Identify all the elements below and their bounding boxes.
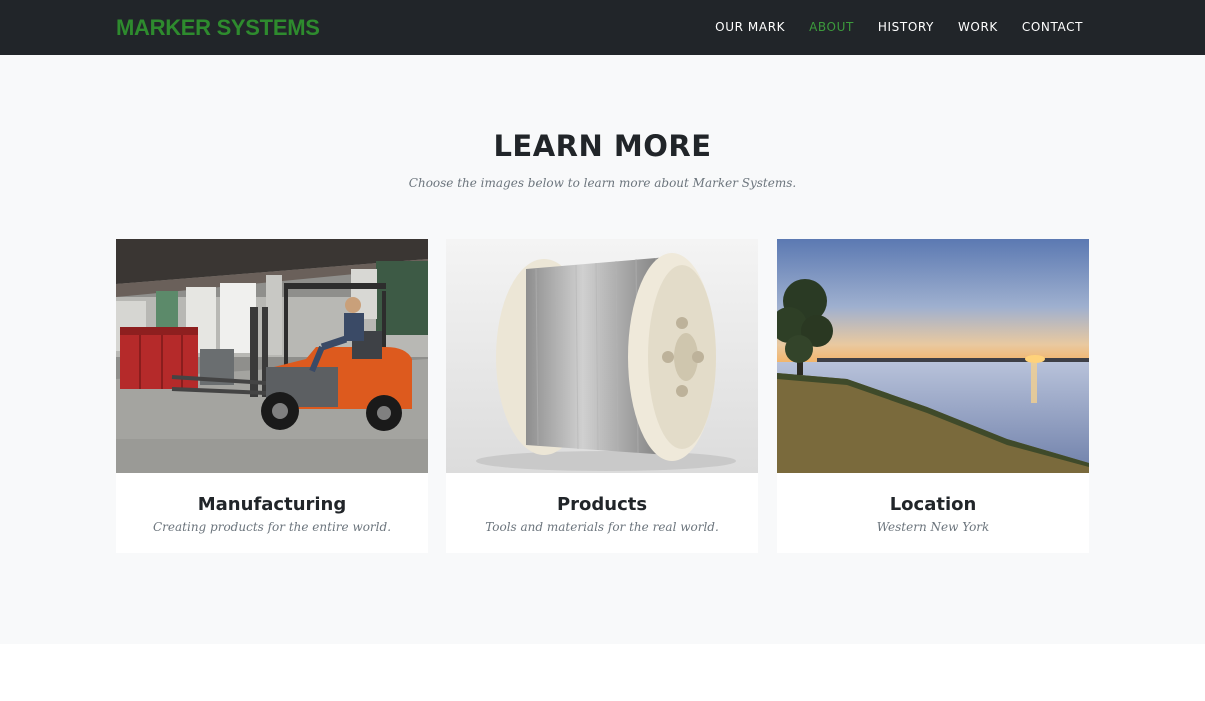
card-text: Western New York <box>876 520 990 534</box>
forklift-warehouse-image[interactable] <box>116 239 428 473</box>
wire-spool-image[interactable] <box>446 239 758 473</box>
card-location[interactable]: Location Western New York <box>777 239 1089 553</box>
wire-spool-illustration <box>446 239 758 473</box>
lake-sunset-image[interactable] <box>777 239 1089 473</box>
lake-sunset-illustration <box>777 239 1089 473</box>
nav-link-our-mark[interactable]: OUR MARK <box>715 20 785 34</box>
navbar: MARKER SYSTEMS OUR MARK ABOUT HISTORY WO… <box>0 0 1205 55</box>
nav-link-history[interactable]: HISTORY <box>878 20 934 34</box>
card-products[interactable]: Products Tools and materials for the rea… <box>446 239 758 553</box>
page-bottom-area <box>0 644 1205 701</box>
card-title: Products <box>556 494 648 515</box>
card-title: Manufacturing <box>197 494 347 515</box>
brand-logo-link[interactable]: MARKER SYSTEMS <box>116 15 320 41</box>
learn-more-section: LEARN MORE Choose the images below to le… <box>0 55 1205 644</box>
forklift-warehouse-illustration <box>116 239 428 473</box>
section-heading: LEARN MORE <box>493 129 712 163</box>
card-title: Location <box>889 494 977 515</box>
section-subheading: Choose the images below to learn more ab… <box>408 176 797 190</box>
nav-menu: OUR MARK ABOUT HISTORY WORK CONTACT <box>715 20 1083 34</box>
card-manufacturing[interactable]: Manufacturing Creating products for the … <box>116 239 428 553</box>
card-text: Creating products for the entire world. <box>152 520 392 534</box>
nav-link-contact[interactable]: CONTACT <box>1022 20 1083 34</box>
nav-link-work[interactable]: WORK <box>958 20 998 34</box>
nav-link-about[interactable]: ABOUT <box>809 20 854 34</box>
card-text: Tools and materials for the real world. <box>485 520 719 534</box>
